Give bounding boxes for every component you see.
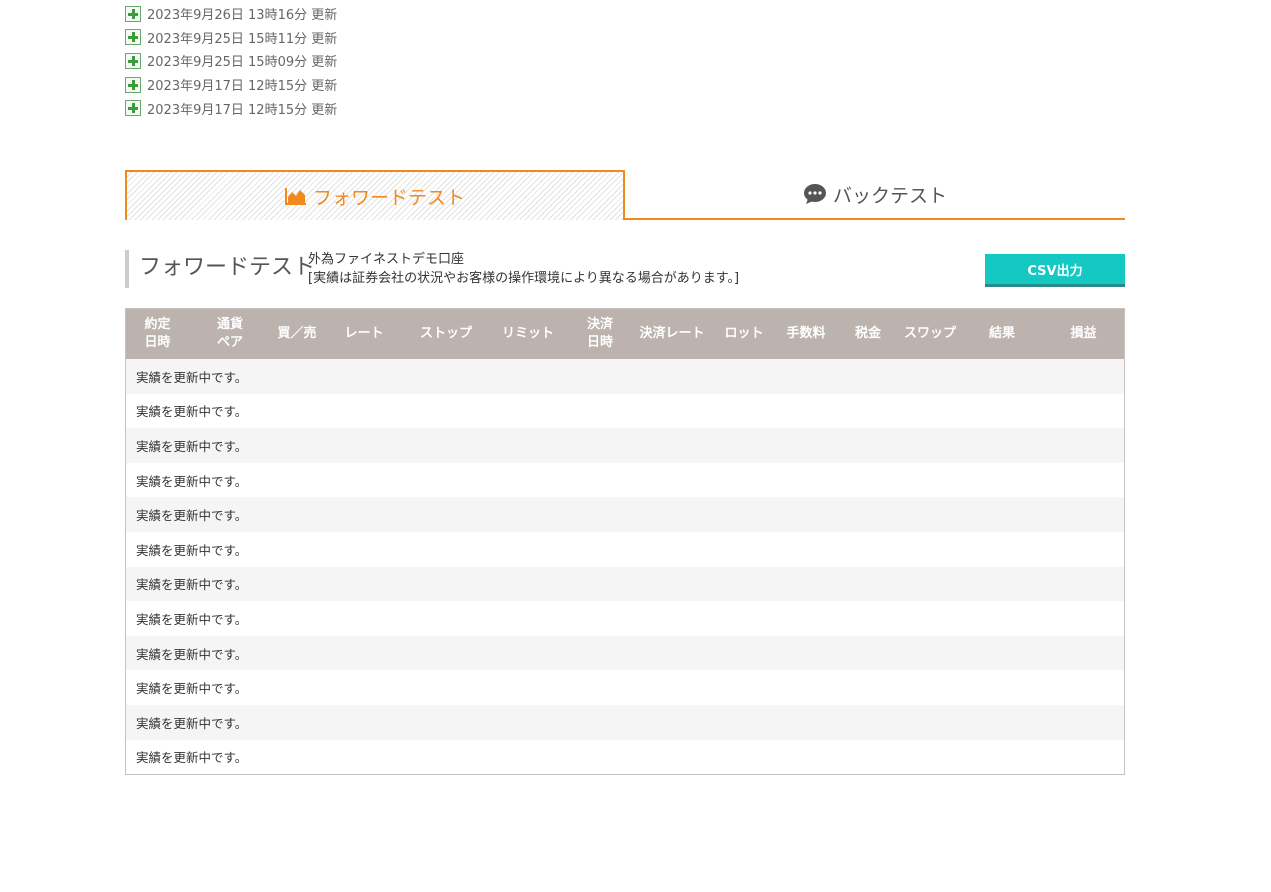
table-row: 実績を更新中です。 [126, 739, 1124, 775]
csv-export-button[interactable]: CSV出力 [985, 254, 1125, 287]
update-list: 2023年9月26日 13時16分 更新 2023年9月25日 15時11分 更… [125, 2, 337, 120]
table-row: 実績を更新中です。 [126, 704, 1124, 740]
table-row: 実績を更新中です。 [126, 670, 1124, 705]
section-title: フォワードテスト [125, 250, 315, 288]
tab-back-test[interactable]: バックテスト [625, 170, 1125, 218]
area-chart-icon [284, 187, 307, 205]
table-row: 実績を更新中です。 [126, 393, 1124, 429]
update-label[interactable]: 2023年9月26日 13時16分 更新 [147, 4, 337, 23]
table-header: 約定 日時 通貨 ペア 買／売 レート ストップ リミット 決済 日時 決済レー… [126, 309, 1124, 359]
column-header-lot: ロット [724, 326, 764, 341]
disclaimer-note: [実績は証券会社の状況やお客様の操作環境により異なる場合があります。] [308, 271, 740, 286]
column-header-settlement-rate: 決済レート [639, 326, 705, 341]
update-item[interactable]: 2023年9月17日 12時15分 更新 [125, 73, 337, 97]
table-row: 実績を更新中です。 [126, 566, 1124, 602]
column-header-commission: 手数料 [786, 326, 826, 341]
update-label[interactable]: 2023年9月25日 15時11分 更新 [147, 28, 337, 47]
section-header: フォワードテスト 外為ファイネストデモ口座 [実績は証券会社の状況やお客様の操作… [125, 250, 1125, 288]
column-header-execution-time: 約定 日時 [144, 317, 171, 350]
table-row: 実績を更新中です。 [126, 359, 1124, 394]
column-header-result: 結果 [988, 326, 1015, 341]
tab-back-label: バックテスト [832, 184, 947, 207]
table-row: 実績を更新中です。 [126, 462, 1124, 498]
plus-icon[interactable] [125, 76, 141, 93]
column-header-stop: ストップ [419, 326, 472, 341]
column-header-settlement-time: 決済 日時 [586, 317, 613, 350]
update-item[interactable]: 2023年9月25日 15時11分 更新 [125, 26, 337, 50]
table-row: 実績を更新中です。 [126, 531, 1124, 567]
column-header-rate: レート [344, 326, 384, 341]
tab-forward-test[interactable]: フォワードテスト [125, 170, 625, 220]
column-header-swap: スワップ [903, 326, 956, 341]
update-label[interactable]: 2023年9月25日 15時09分 更新 [147, 51, 337, 70]
section-subtitle: 外為ファイネストデモ口座 [実績は証券会社の状況やお客様の操作環境により異なる場… [308, 250, 739, 288]
table-row: 実績を更新中です。 [126, 428, 1124, 463]
tab-forward-label: フォワードテスト [312, 186, 465, 209]
speech-bubble-icon [803, 183, 827, 205]
update-item[interactable]: 2023年9月26日 13時16分 更新 [125, 2, 337, 26]
column-header-buy-sell: 買／売 [277, 326, 317, 341]
table-row: 実績を更新中です。 [126, 601, 1124, 636]
plus-icon[interactable] [125, 100, 141, 117]
plus-icon[interactable] [125, 29, 141, 46]
update-label[interactable]: 2023年9月17日 12時15分 更新 [147, 75, 337, 94]
column-header-limit: リミット [501, 326, 554, 341]
update-item[interactable]: 2023年9月17日 12時15分 更新 [125, 96, 337, 120]
column-header-profit-loss: 損益 [1070, 326, 1097, 341]
update-label[interactable]: 2023年9月17日 12時15分 更新 [147, 99, 337, 118]
plus-icon[interactable] [125, 5, 141, 22]
column-header-currency-pair: 通貨 ペア [216, 317, 243, 350]
test-tabs: フォワードテスト バックテスト [125, 170, 1125, 220]
update-item[interactable]: 2023年9月25日 15時09分 更新 [125, 49, 337, 73]
plus-icon[interactable] [125, 52, 141, 69]
table-row: 実績を更新中です。 [126, 635, 1124, 671]
column-header-tax: 税金 [854, 326, 881, 341]
table-row: 実績を更新中です。 [126, 497, 1124, 532]
results-table: 約定 日時 通貨 ペア 買／売 レート ストップ リミット 決済 日時 決済レー… [125, 308, 1125, 776]
account-name: 外為ファイネストデモ口座 [308, 252, 465, 267]
